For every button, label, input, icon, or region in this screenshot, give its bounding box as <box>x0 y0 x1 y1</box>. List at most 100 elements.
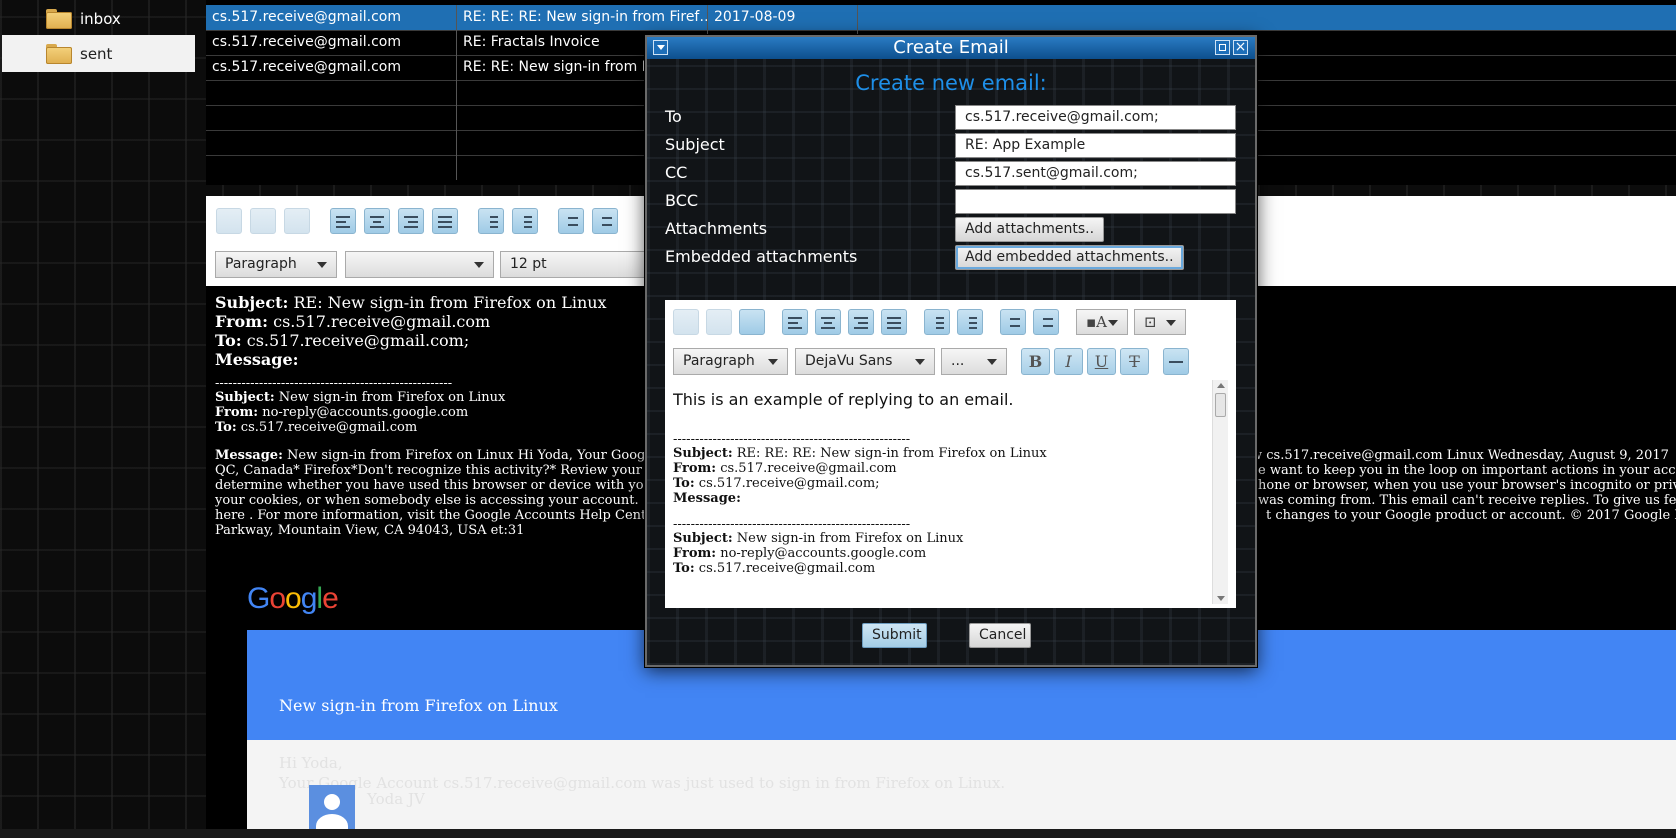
scroll-up-icon[interactable] <box>1217 383 1225 388</box>
to-field[interactable]: cs.517.receive@gmail.com; <box>955 105 1236 130</box>
folder-icon <box>46 43 72 64</box>
chevron-down-icon <box>915 359 925 365</box>
editor-first-line: This is an example of replying to an ema… <box>673 390 1014 409</box>
align-left-icon[interactable] <box>330 208 356 234</box>
separator: ----------------------------------------… <box>673 517 911 532</box>
quoted-subject-line: Subject: New sign-in from Firefox on Lin… <box>673 531 964 546</box>
folder-icon <box>46 8 72 29</box>
scrollbar-thumb[interactable] <box>1215 393 1226 417</box>
folder-inbox[interactable]: inbox <box>2 0 195 37</box>
editor-content[interactable]: This is an example of replying to an ema… <box>673 388 1213 604</box>
subject-field[interactable]: RE: App Example <box>955 133 1236 158</box>
reply-subject-line: Subject: RE: RE: RE: New sign-in from Fi… <box>673 446 1047 461</box>
font-family-select[interactable]: DejaVu Sans <box>795 348 935 375</box>
add-attachments-button[interactable]: Add attachments.. <box>955 217 1105 242</box>
font-color-icon: ▪A <box>1086 313 1107 331</box>
subject-label: Subject <box>665 135 725 154</box>
chevron-down-icon <box>987 359 997 365</box>
close-icon[interactable]: × <box>1233 39 1248 55</box>
editor-scrollbar[interactable] <box>1212 380 1228 604</box>
outdent-icon[interactable] <box>478 208 504 234</box>
chevron-down-icon <box>1166 320 1176 326</box>
chevron-down-icon <box>768 359 778 365</box>
paragraph-style-select[interactable]: Paragraph <box>673 348 788 375</box>
align-justify-icon[interactable] <box>432 208 458 234</box>
add-embedded-attachments-button[interactable]: Add embedded attachments.. <box>955 245 1184 270</box>
cell-from: cs.517.receive@gmail.com <box>206 30 457 55</box>
outdent-icon[interactable] <box>924 309 950 335</box>
align-justify-icon[interactable] <box>881 309 907 335</box>
cell-date: 2017-08-09 <box>708 5 858 30</box>
reply-to-line: To: cs.517.receive@gmail.com; <box>673 476 880 491</box>
font-color-select[interactable]: ▪A <box>1076 309 1128 335</box>
paragraph-style-value: Paragraph <box>225 256 297 272</box>
bullet-list-icon[interactable] <box>1000 309 1026 335</box>
table-row[interactable]: cs.517.receive@gmail.com RE: RE: RE: New… <box>206 5 1676 31</box>
chevron-down-icon <box>1108 320 1118 326</box>
email-body-editor: ▪A ⊡ Paragraph DejaVu Sans ... B I U T T… <box>665 300 1236 608</box>
numbered-list-icon[interactable] <box>1033 309 1059 335</box>
font-family-select[interactable] <box>345 251 494 278</box>
to-label: To <box>665 107 682 126</box>
reply-from-line: From: cs.517.receive@gmail.com <box>673 461 897 476</box>
cell-from: cs.517.receive@gmail.com <box>206 55 457 80</box>
bcc-label: BCC <box>665 191 699 210</box>
copy-icon[interactable] <box>250 208 276 234</box>
create-email-dialog: Create Email × Create new email: To cs.5… <box>645 35 1257 667</box>
paste-icon[interactable] <box>284 208 310 234</box>
quoted-to-line: To: cs.517.receive@gmail.com <box>673 561 876 576</box>
underline-button[interactable]: U <box>1087 348 1116 375</box>
italic-button[interactable]: I <box>1054 348 1083 375</box>
font-family-value: DejaVu Sans <box>805 353 893 369</box>
avatar <box>309 785 355 831</box>
dialog-titlebar[interactable]: Create Email × <box>647 37 1255 59</box>
align-right-icon[interactable] <box>848 309 874 335</box>
bold-button[interactable]: B <box>1021 348 1050 375</box>
cc-field[interactable]: cs.517.sent@gmail.com; <box>955 161 1236 186</box>
bullet-list-icon[interactable] <box>558 208 584 234</box>
align-left-icon[interactable] <box>782 309 808 335</box>
indent-icon[interactable] <box>512 208 538 234</box>
bcc-field[interactable] <box>955 189 1236 214</box>
copy-icon[interactable] <box>706 309 732 335</box>
folder-label: sent <box>80 44 113 63</box>
paste-icon[interactable] <box>739 309 765 335</box>
cc-label: CC <box>665 163 688 182</box>
banner-text: New sign-in from Firefox on Linux <box>279 696 558 715</box>
attachments-label: Attachments <box>665 219 768 238</box>
strikethrough-button[interactable]: T <box>1120 348 1149 375</box>
quoted-from-line: From: no-reply@accounts.google.com <box>673 546 927 561</box>
cell-subject: RE: RE: RE: New sign-in from Firef… <box>457 5 708 30</box>
cut-icon[interactable] <box>216 208 242 234</box>
dialog-heading: Create new email: <box>855 71 1047 95</box>
highlight-color-select[interactable]: ⊡ <box>1134 309 1186 335</box>
font-size-select[interactable]: 12 pt <box>500 251 660 278</box>
highlight-color-icon: ⊡ <box>1144 313 1157 331</box>
separator: ----------------------------------------… <box>673 432 911 447</box>
align-right-icon[interactable] <box>398 208 424 234</box>
paragraph-style-select[interactable]: Paragraph <box>215 251 337 278</box>
align-center-icon[interactable] <box>815 309 841 335</box>
embedded-attachments-label: Embedded attachments <box>665 247 858 266</box>
chevron-down-icon <box>474 262 484 268</box>
font-size-value: 12 pt <box>510 256 547 272</box>
font-size-value: ... <box>951 353 965 369</box>
font-size-select[interactable]: ... <box>941 348 1007 375</box>
cut-icon[interactable] <box>673 309 699 335</box>
cancel-button[interactable]: Cancel <box>969 623 1031 648</box>
dialog-title: Create Email <box>893 37 1009 58</box>
paragraph-style-value: Paragraph <box>683 353 755 369</box>
chevron-down-icon <box>317 262 327 268</box>
folder-sent[interactable]: sent <box>2 35 195 72</box>
horizontal-rule-icon[interactable] <box>1163 348 1189 375</box>
greeting-text: Hi Yoda, <box>279 754 343 772</box>
notification-content: Hi Yoda, Your Google Account cs.517.rece… <box>247 740 1676 831</box>
numbered-list-icon[interactable] <box>592 208 618 234</box>
indent-icon[interactable] <box>957 309 983 335</box>
scroll-down-icon[interactable] <box>1217 596 1225 601</box>
align-center-icon[interactable] <box>364 208 390 234</box>
account-name: Yoda JV <box>367 790 425 808</box>
maximize-icon[interactable] <box>1215 40 1230 55</box>
submit-button[interactable]: Submit <box>862 623 927 648</box>
google-logo: Google <box>247 582 339 615</box>
